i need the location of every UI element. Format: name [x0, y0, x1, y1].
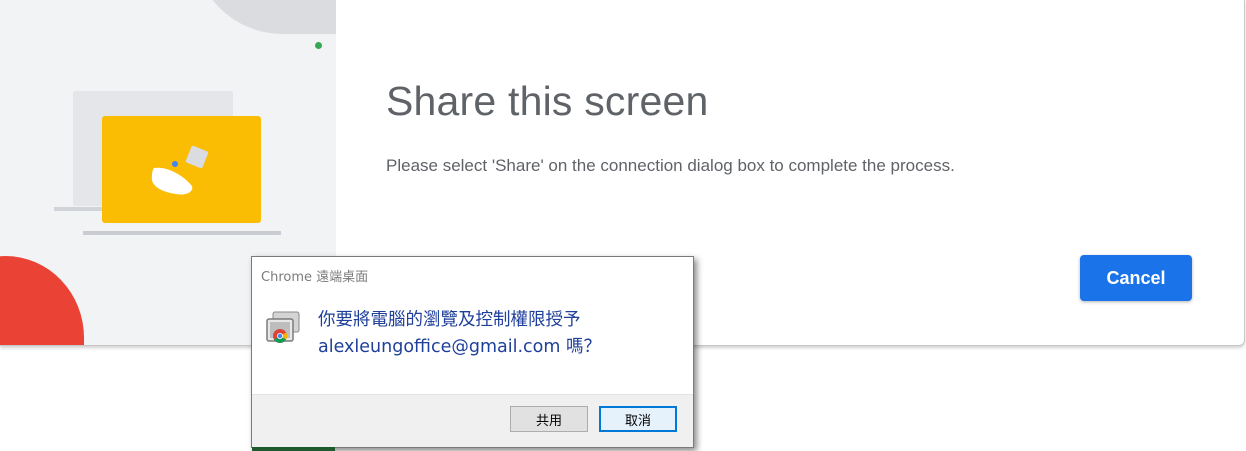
cancel-button[interactable]: Cancel [1080, 255, 1192, 301]
share-instructions: Please select 'Share' on the connection … [386, 156, 955, 175]
dialog-title: Chrome 遠端桌面 [261, 270, 369, 285]
taskbar-strip [252, 447, 335, 451]
share-confirm-dialog: Chrome 遠端桌面 你要將電腦的瀏覽及控制權限授予 alexleungoff… [251, 256, 694, 448]
decorative-green-dot [315, 42, 322, 49]
share-hands-icon [151, 145, 209, 195]
page-title: Share this screen [386, 78, 709, 124]
dialog-message: 你要將電腦的瀏覽及控制權限授予 alexleungoffice@gmail.co… [318, 307, 678, 361]
front-monitor-stand [83, 231, 281, 235]
dialog-cancel-button[interactable]: 取消 [599, 406, 677, 432]
decorative-red-blob [0, 256, 84, 345]
decorative-gray-blob [193, 0, 336, 34]
dialog-message-line-1: 你要將電腦的瀏覽及控制權限授予 [318, 310, 581, 330]
front-monitor-illustration [102, 116, 261, 223]
dialog-message-line-2: alexleungoffice@gmail.com 嗎？ [318, 337, 601, 357]
dialog-share-button[interactable]: 共用 [510, 406, 588, 432]
dialog-footer: 共用 取消 [252, 394, 693, 447]
chrome-remote-desktop-icon [265, 310, 301, 346]
